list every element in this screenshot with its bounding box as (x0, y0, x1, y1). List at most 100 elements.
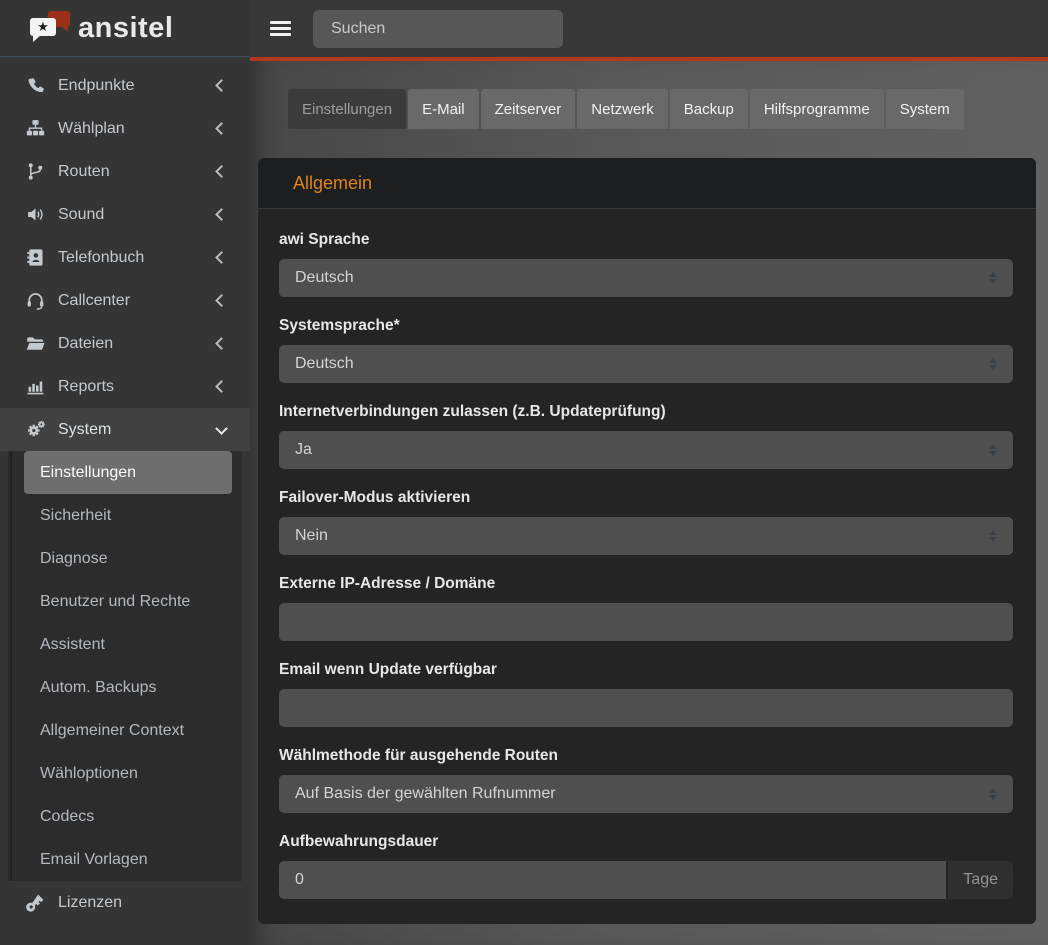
select-awi-sprache[interactable]: Deutsch (279, 259, 1013, 297)
sidebar-item-label: Endpunkte (58, 77, 217, 95)
sidebar-item-label: Routen (58, 163, 217, 181)
input-group (279, 689, 1013, 727)
sidebar-item-label: Callcenter (58, 292, 217, 310)
address-book-icon (26, 248, 49, 267)
star-icon: ★ (37, 21, 49, 34)
select-updown-icon (989, 788, 997, 800)
tab-bar: EinstellungenE-MailZeitserverNetzwerkBac… (288, 89, 1036, 129)
bar-chart-icon (26, 377, 49, 396)
topbar (250, 0, 1048, 61)
select-updown-icon (989, 444, 997, 456)
field-externe-ip-adresse-domäne: Externe IP-Adresse / Domäne (279, 574, 1013, 641)
submenu-item-diagnose[interactable]: Diagnose (24, 537, 232, 580)
sidebar-item-wählplan[interactable]: Wählplan (0, 107, 250, 150)
submenu-item-autom-backups[interactable]: Autom. Backups (24, 666, 232, 709)
sidebar-item-label: Wählplan (58, 120, 217, 138)
speech-bubble-white: ★ (30, 18, 56, 36)
tab-hilfsprogramme[interactable]: Hilfsprogramme (750, 89, 884, 129)
tab-netzwerk[interactable]: Netzwerk (577, 89, 668, 129)
field-label: Failover-Modus aktivieren (279, 488, 1013, 508)
input-email-wenn-update-verfügbar[interactable] (279, 689, 1013, 727)
sidebar-item-callcenter[interactable]: Callcenter (0, 279, 250, 322)
field-label: Externe IP-Adresse / Domäne (279, 574, 1013, 594)
chevron-left-icon (215, 251, 228, 264)
submenu-item-wähloptionen[interactable]: Wähloptionen (24, 752, 232, 795)
sidebar-item-label: Dateien (58, 335, 217, 353)
sidebar-item-label: Telefonbuch (58, 249, 217, 267)
sidebar-item-label: Sound (58, 206, 217, 224)
field-aufbewahrungsdauer: Aufbewahrungsdauer Tage (279, 832, 1013, 899)
select-wählmethode-für-ausgehende-routen[interactable]: Auf Basis der gewählten Rufnummer (279, 775, 1013, 813)
select-value: Deutsch (295, 269, 354, 287)
submenu-item-einstellungen[interactable]: Einstellungen (24, 451, 232, 494)
chevron-left-icon (215, 337, 228, 350)
submenu-item-sicherheit[interactable]: Sicherheit (24, 494, 232, 537)
field-label: Systemsprache* (279, 316, 1013, 336)
tab-e-mail[interactable]: E-Mail (408, 89, 479, 129)
field-label: Internetverbindungen zulassen (z.B. Upda… (279, 402, 1013, 422)
sidebar-item-label: System (58, 421, 217, 439)
search-input[interactable] (313, 10, 563, 48)
tab-system[interactable]: System (886, 89, 964, 129)
chevron-left-icon (215, 294, 228, 307)
sidebar-item-sound[interactable]: Sound (0, 193, 250, 236)
phone-icon (26, 76, 49, 95)
tab-einstellungen[interactable]: Einstellungen (288, 89, 406, 129)
submenu-item-benutzer-und-rechte[interactable]: Benutzer und Rechte (24, 580, 232, 623)
tab-backup[interactable]: Backup (670, 89, 748, 129)
sidebar-item-system[interactable]: System (0, 408, 250, 451)
panel-header: Allgemein (258, 158, 1036, 209)
sidebar-item-endpunkte[interactable]: Endpunkte (0, 64, 250, 107)
field-label: Aufbewahrungsdauer (279, 832, 1013, 852)
chevron-left-icon (215, 380, 228, 393)
ansitel-logo-icon: ★ (30, 10, 74, 46)
input-group: Tage (279, 861, 1013, 899)
submenu-item-allgemeiner-context[interactable]: Allgemeiner Context (24, 709, 232, 752)
panel-title: Allgemein (293, 173, 372, 194)
sidebar-item-label: Reports (58, 378, 217, 396)
select-failover-modus-aktivieren[interactable]: Nein (279, 517, 1013, 555)
sidebar-item-lizenzen[interactable]: Lizenzen (0, 881, 250, 924)
sidebar-item-dateien[interactable]: Dateien (0, 322, 250, 365)
field-internetverbindungen-zulassen-z-b-updateprüfung: Internetverbindungen zulassen (z.B. Upda… (279, 402, 1013, 469)
settings-panel: Allgemein awi SpracheDeutschSystemsprach… (258, 158, 1036, 924)
sidebar-item-reports[interactable]: Reports (0, 365, 250, 408)
input-aufbewahrungsdauer[interactable] (279, 861, 946, 899)
sidebar-item-routen[interactable]: Routen (0, 150, 250, 193)
input-externe-ip-adresse-domäne[interactable] (279, 603, 1013, 641)
submenu-item-assistent[interactable]: Assistent (24, 623, 232, 666)
logo[interactable]: ★ ansitel (0, 0, 250, 57)
field-label: awi Sprache (279, 230, 1013, 250)
chevron-left-icon (215, 165, 228, 178)
key-icon (26, 893, 49, 912)
sidebar: ★ ansitel Endpunkte Wählplan Routen Sound Te… (0, 0, 250, 945)
select-value: Auf Basis der gewählten Rufnummer (295, 785, 556, 803)
chevron-left-icon (215, 79, 228, 92)
select-updown-icon (989, 358, 997, 370)
submenu-item-codecs[interactable]: Codecs (24, 795, 232, 838)
sidebar-nav: Endpunkte Wählplan Routen Sound Telefonbuch C… (0, 57, 250, 924)
input-group (279, 603, 1013, 641)
field-email-wenn-update-verfügbar: Email wenn Update verfügbar (279, 660, 1013, 727)
submenu-item-email-vorlagen[interactable]: Email Vorlagen (24, 838, 232, 881)
select-value: Ja (295, 441, 312, 459)
chevron-left-icon (215, 208, 228, 221)
brand-name: ansitel (78, 12, 173, 45)
content: EinstellungenE-MailZeitserverNetzwerkBac… (250, 61, 1048, 945)
folder-icon (26, 334, 49, 353)
input-addon: Tage (948, 861, 1013, 899)
select-updown-icon (989, 272, 997, 284)
sitemap-icon (26, 119, 49, 138)
select-systemsprache[interactable]: Deutsch (279, 345, 1013, 383)
select-updown-icon (989, 530, 997, 542)
cogs-icon (26, 420, 49, 439)
sidebar-item-telefonbuch[interactable]: Telefonbuch (0, 236, 250, 279)
menu-toggle-button[interactable] (270, 18, 291, 39)
field-wählmethode-für-ausgehende-routen: Wählmethode für ausgehende RoutenAuf Bas… (279, 746, 1013, 813)
field-systemsprache: Systemsprache* Deutsch (279, 316, 1013, 383)
route-branch-icon (26, 162, 49, 181)
field-awi-sprache: awi Sprache Deutsch (279, 230, 1013, 297)
select-internetverbindungen-zulassen-z-b-updateprüfung[interactable]: Ja (279, 431, 1013, 469)
tab-zeitserver[interactable]: Zeitserver (481, 89, 576, 129)
chevron-left-icon (215, 122, 228, 135)
